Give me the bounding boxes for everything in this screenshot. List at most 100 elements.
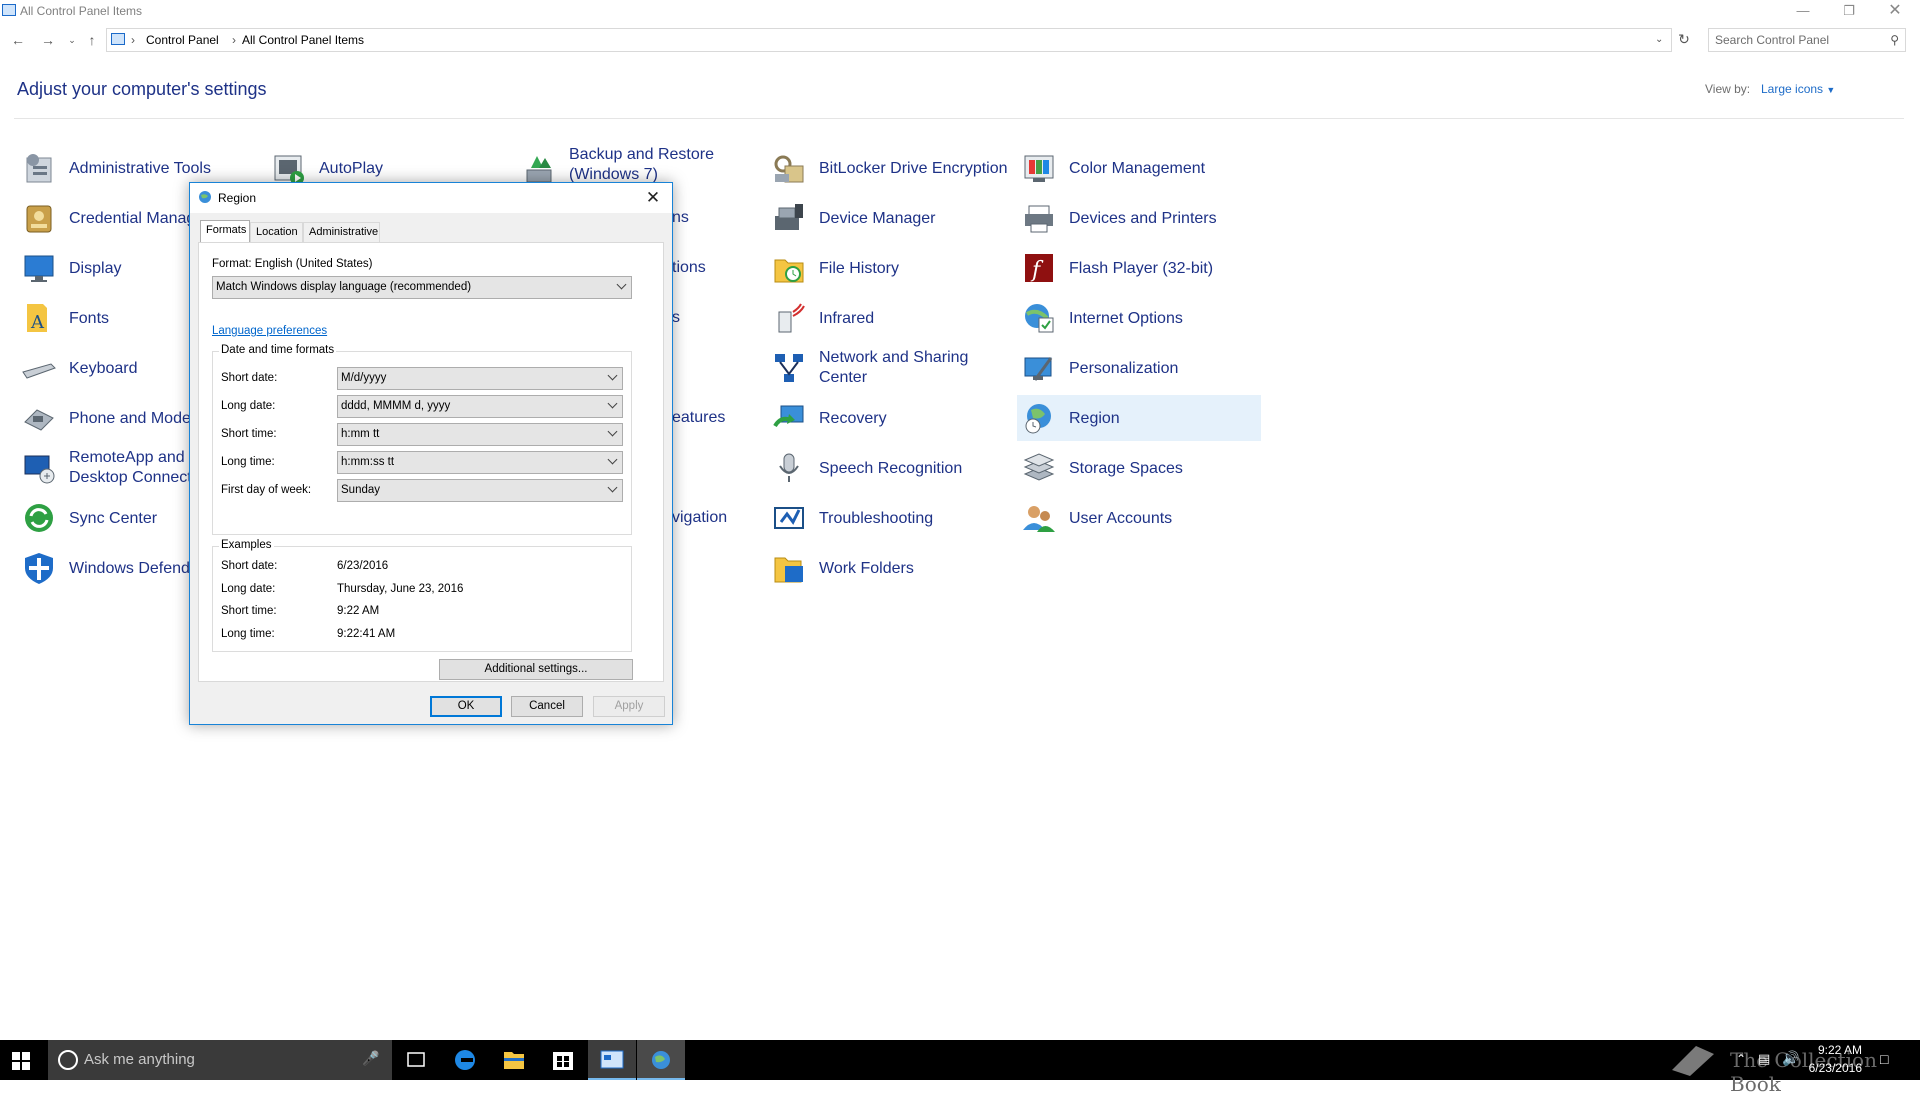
search-placeholder: Search Control Panel (1715, 33, 1830, 47)
partial-label[interactable]: tions (672, 257, 706, 278)
field-value: h:mm tt (341, 428, 380, 440)
cancel-button[interactable]: Cancel (511, 696, 583, 717)
long-time-select[interactable]: h:mm:ss tt (337, 451, 623, 474)
up-arrow-icon[interactable]: ↑ (82, 30, 102, 50)
cortana-search-box[interactable]: Ask me anything 🎤 (48, 1040, 392, 1080)
dialog-close-icon[interactable]: ✕ (638, 186, 668, 210)
item-color-management[interactable]: Color Management (1017, 145, 1261, 191)
control-panel-taskbar-icon[interactable] (588, 1040, 636, 1080)
format-value: Match Windows display language (recommen… (216, 281, 472, 293)
long-date-select[interactable]: dddd, MMMM d, yyyy (337, 395, 623, 418)
field-value: h:mm:ss tt (341, 456, 395, 468)
group-title: Examples (219, 539, 274, 551)
close-icon[interactable]: ✕ (1872, 0, 1918, 22)
control-panel-icon (111, 33, 125, 45)
refresh-icon[interactable]: ↻ (1674, 31, 1694, 49)
item-label: BitLocker Drive Encryption (819, 159, 1008, 177)
item-network-sharing[interactable]: Network and Sharing Center (767, 345, 1011, 391)
dialog-title-bar[interactable]: Region ✕ (190, 183, 672, 213)
tab-administrative[interactable]: Administrative (303, 222, 380, 242)
ok-button[interactable]: OK (430, 696, 502, 717)
first-day-of-week-select[interactable]: Sunday (337, 479, 623, 502)
partial-label[interactable]: s (672, 307, 680, 328)
troubleshoot-icon (771, 500, 807, 536)
breadcrumb-control-panel[interactable]: Control Panel (146, 29, 219, 51)
format-select[interactable]: Match Windows display language (recommen… (212, 276, 632, 299)
recent-locations-chevron-icon[interactable]: ⌄ (62, 30, 82, 50)
format-label: Format: English (United States) (212, 258, 373, 270)
example-value: Thursday, June 23, 2016 (337, 583, 464, 595)
item-work-folders[interactable]: Work Folders (767, 545, 1011, 591)
breadcrumb-separator-icon: › (131, 33, 135, 47)
item-region[interactable]: Region (1017, 395, 1261, 441)
network-status-icon[interactable]: ▤ (1758, 1051, 1770, 1067)
microphone-icon[interactable]: 🎤 (362, 1050, 379, 1067)
region-taskbar-icon[interactable] (637, 1040, 685, 1080)
item-user-accounts[interactable]: User Accounts (1017, 495, 1261, 541)
item-flash-player[interactable]: f Flash Player (32-bit) (1017, 245, 1261, 291)
short-date-select[interactable]: M/d/yyyy (337, 367, 623, 390)
breadcrumb-separator-icon: › (232, 33, 236, 47)
chevron-down-icon (607, 370, 618, 381)
item-label: User Accounts (1069, 509, 1173, 527)
flash-icon: f (1021, 250, 1057, 286)
show-hidden-icons-icon[interactable]: ⌃ (1736, 1052, 1746, 1066)
region-dialog: Region ✕ Formats Location Administrative… (189, 182, 673, 725)
page-title: Adjust your computer's settings (17, 79, 267, 99)
breadcrumb-all-items[interactable]: All Control Panel Items (242, 29, 364, 51)
language-preferences-link[interactable]: Language preferences (212, 325, 327, 337)
item-label: Troubleshooting (819, 509, 934, 527)
minimize-icon[interactable]: — (1780, 0, 1826, 22)
microphone-icon (771, 450, 807, 486)
item-devices-and-printers[interactable]: Devices and Printers (1017, 195, 1261, 241)
back-arrow-icon[interactable]: ← (8, 30, 28, 50)
item-label: Backup and Restore (Windows 7) (569, 146, 714, 183)
item-bitlocker[interactable]: BitLocker Drive Encryption (767, 145, 1011, 191)
file-explorer-icon[interactable] (490, 1040, 538, 1080)
partial-label[interactable]: eatures (672, 407, 725, 428)
item-device-manager[interactable]: Device Manager (767, 195, 1011, 241)
address-bar[interactable]: › Control Panel › All Control Panel Item… (106, 28, 1672, 52)
forward-arrow-icon[interactable]: → (38, 30, 58, 50)
apply-button[interactable]: Apply (593, 696, 665, 717)
partial-label[interactable]: ns (672, 207, 689, 228)
task-view-icon[interactable] (392, 1040, 440, 1080)
clock-time[interactable]: 9:22 AM (1806, 1043, 1862, 1057)
item-storage-spaces[interactable]: Storage Spaces (1017, 445, 1261, 491)
internet-options-icon (1021, 300, 1057, 336)
autoplay-icon (271, 150, 307, 186)
store-icon[interactable] (539, 1040, 587, 1080)
item-personalization[interactable]: Personalization (1017, 345, 1261, 391)
datetime-formats-group: Date and time formats Short date: M/d/yy… (212, 344, 632, 535)
item-troubleshooting[interactable]: Troubleshooting (767, 495, 1011, 541)
field-label: Long date: (221, 400, 276, 412)
item-internet-options[interactable]: Internet Options (1017, 295, 1261, 341)
view-by-dropdown[interactable]: Large icons ▼ (1761, 82, 1835, 96)
short-time-select[interactable]: h:mm tt (337, 423, 623, 446)
search-icon[interactable]: ⚲ (1890, 29, 1899, 51)
address-dropdown-icon[interactable]: ⌄ (1655, 29, 1663, 51)
printer-icon (1021, 200, 1057, 236)
item-recovery[interactable]: Recovery (767, 395, 1011, 441)
volume-icon[interactable]: 🔊 (1782, 1050, 1799, 1067)
clock-date[interactable]: 6/23/2016 (1800, 1061, 1862, 1075)
edge-browser-icon[interactable] (441, 1040, 489, 1080)
network-icon (771, 350, 807, 386)
item-label: Flash Player (32-bit) (1069, 259, 1214, 277)
partial-label[interactable]: vigation (672, 507, 727, 528)
navigation-bar: ← → ⌄ ↑ › Control Panel › All Control Pa… (0, 26, 1920, 54)
restore-icon[interactable]: ❐ (1826, 0, 1872, 22)
admin-tools-icon (21, 150, 57, 186)
item-speech-recognition[interactable]: Speech Recognition (767, 445, 1011, 491)
windows-start-icon[interactable] (12, 1052, 30, 1070)
tab-location[interactable]: Location (250, 222, 303, 242)
search-input[interactable]: Search Control Panel ⚲ (1708, 28, 1906, 52)
tab-formats[interactable]: Formats (200, 220, 250, 243)
item-file-history[interactable]: File History (767, 245, 1011, 291)
item-infrared[interactable]: Infrared (767, 295, 1011, 341)
user-accounts-icon (1021, 500, 1057, 536)
action-center-icon[interactable]: □ (1880, 1051, 1888, 1067)
additional-settings-button[interactable]: Additional settings... (439, 659, 633, 680)
item-label: Recovery (819, 409, 887, 427)
item-label: Sync Center (69, 509, 158, 527)
